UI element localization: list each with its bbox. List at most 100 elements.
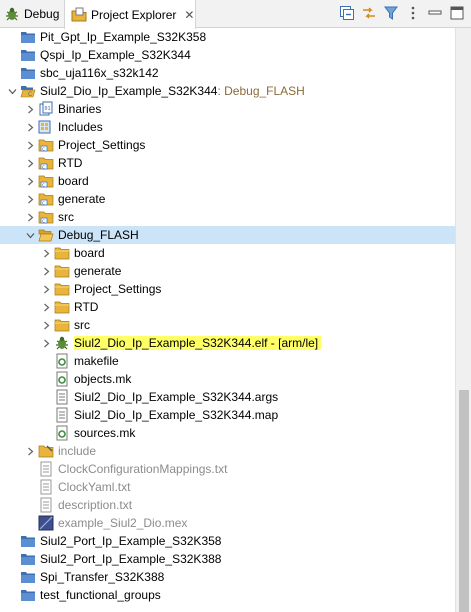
tree-item[interactable]: Siul2_Port_Ip_Example_S32K388 [0,550,455,568]
tree-item[interactable]: Spi_Transfer_S32K388 [0,568,455,586]
source-folder-icon: c [38,155,54,171]
tree-item[interactable]: RTD [0,298,455,316]
tab-project-explorer[interactable]: Project Explorer ✕ [64,0,196,29]
view-tab-bar: Debug Project Explorer ✕ [0,0,471,29]
chevron-right-icon[interactable] [40,334,52,352]
chevron-right-icon[interactable] [24,442,36,460]
chevron-right-icon[interactable] [24,136,36,154]
chevron-right-icon[interactable] [40,316,52,334]
project-icon [20,47,36,63]
tree-item-name: makefile [74,354,119,368]
tree-item-name: include [58,444,97,458]
tree-item-name: Siul2_Dio_Ip_Example_S32K344.map [74,408,279,422]
tree-item[interactable]: c RTD [0,154,455,172]
chevron-right-icon[interactable] [24,190,36,208]
tree-item[interactable]: Project_Settings [0,280,455,298]
svg-text:C: C [28,91,32,98]
tree-item[interactable]: C Siul2_Dio_Ip_Example_S32K344: Debug_FLA… [0,82,455,100]
tree-item-label: description.txt [58,498,132,512]
tree-item[interactable]: Debug_FLASH [0,226,455,244]
scrollbar-thumb[interactable] [459,390,469,612]
tree-item-label: generate [74,264,121,278]
filter-icon[interactable] [383,5,399,21]
tree-item[interactable]: Includes [0,118,455,136]
source-folder-icon: c [38,137,54,153]
tree-item-label: RTD [58,156,82,170]
tree-item[interactable]: c generate [0,190,455,208]
tree-item[interactable]: c Project_Settings [0,136,455,154]
chevron-right-icon[interactable] [24,154,36,172]
svg-text:c: c [42,164,45,170]
tree-item[interactable]: Siul2_Dio_Ip_Example_S32K344.args [0,388,455,406]
tree-item-label: ClockYaml.txt [58,480,130,494]
tree-item-name: objects.mk [74,372,132,386]
chevron-right-icon[interactable] [24,208,36,226]
chevron-down-icon[interactable] [24,226,36,244]
chevron-right-icon[interactable] [24,100,36,118]
tree-item-name: sbc_uja116x_s32k142 [40,66,159,80]
build-config-decoration: : Debug_FLASH [217,84,305,98]
tree-item-label: sbc_uja116x_s32k142 [40,66,159,80]
minimize-icon[interactable] [427,5,443,21]
svg-text:c: c [42,218,45,224]
tree-item[interactable]: description.txt [0,496,455,514]
tree-item[interactable]: test_functional_groups [0,586,455,604]
tree-item-name: Siul2_Dio_Ip_Example_S32K344.args [74,390,279,404]
tree-item-label: Qspi_Ip_Example_S32K344 [40,48,191,62]
tree-item[interactable]: src [0,316,455,334]
open-folder-icon [38,227,54,243]
tree-item[interactable]: objects.mk [0,370,455,388]
tree-item[interactable]: board [0,244,455,262]
tree-item[interactable]: c board [0,172,455,190]
chevron-right-icon[interactable] [24,118,36,136]
tree-item[interactable]: 01 Binaries [0,100,455,118]
maximize-icon[interactable] [449,5,465,21]
tab-debug[interactable]: Debug [0,0,64,28]
tree-item[interactable]: sbc_uja116x_s32k142 [0,64,455,82]
tree-item[interactable]: sources.mk [0,424,455,442]
tree-item[interactable]: Pit_Gpt_Ip_Example_S32K358 [0,28,455,46]
close-icon[interactable]: ✕ [184,8,194,22]
tree-item[interactable]: makefile [0,352,455,370]
tree-item[interactable]: ClockConfigurationMappings.txt [0,460,455,478]
tree-item[interactable]: ClockYaml.txt [0,478,455,496]
tree-item[interactable]: example_Siul2_Dio.mex [0,514,455,532]
collapse-all-icon[interactable] [339,5,355,21]
chevron-right-icon[interactable] [24,172,36,190]
tree-item-label: sources.mk [74,426,135,440]
makefile-icon [54,353,70,369]
tree-item[interactable]: Siul2_Dio_Ip_Example_S32K344.map [0,406,455,424]
text-file-icon [54,407,70,423]
link-with-editor-icon[interactable] [361,5,377,21]
tree-item-name: RTD [74,300,99,314]
tree-item-name: example_Siul2_Dio.mex [58,516,188,530]
tree-item[interactable]: generate [0,262,455,280]
vertical-scrollbar[interactable] [455,28,471,612]
chevron-right-icon[interactable] [40,244,52,262]
tree-item-name: Pit_Gpt_Ip_Example_S32K358 [40,30,207,44]
tree-item-name: generate [58,192,106,206]
project-icon [20,569,36,585]
tree-item-label: Siul2_Port_Ip_Example_S32K358 [40,534,221,548]
project-icon [20,587,36,603]
tree-item[interactable]: Siul2_Dio_Ip_Example_S32K344.elf - [arm/… [0,334,455,352]
folder-icon [54,317,70,333]
tree-item-label: Debug_FLASH [58,228,139,242]
tree-item-name: generate [74,264,122,278]
tree-item[interactable]: Qspi_Ip_Example_S32K344 [0,46,455,64]
chevron-right-icon[interactable] [40,262,52,280]
tree-item-name: src [58,210,74,224]
view-menu-icon[interactable] [405,5,421,21]
tree-item[interactable]: c src [0,208,455,226]
tree-item[interactable]: include [0,442,455,460]
chevron-right-icon[interactable] [40,298,52,316]
chevron-right-icon[interactable] [40,280,52,298]
tree-item[interactable]: Siul2_Port_Ip_Example_S32K358 [0,532,455,550]
chevron-down-icon[interactable] [6,82,18,100]
